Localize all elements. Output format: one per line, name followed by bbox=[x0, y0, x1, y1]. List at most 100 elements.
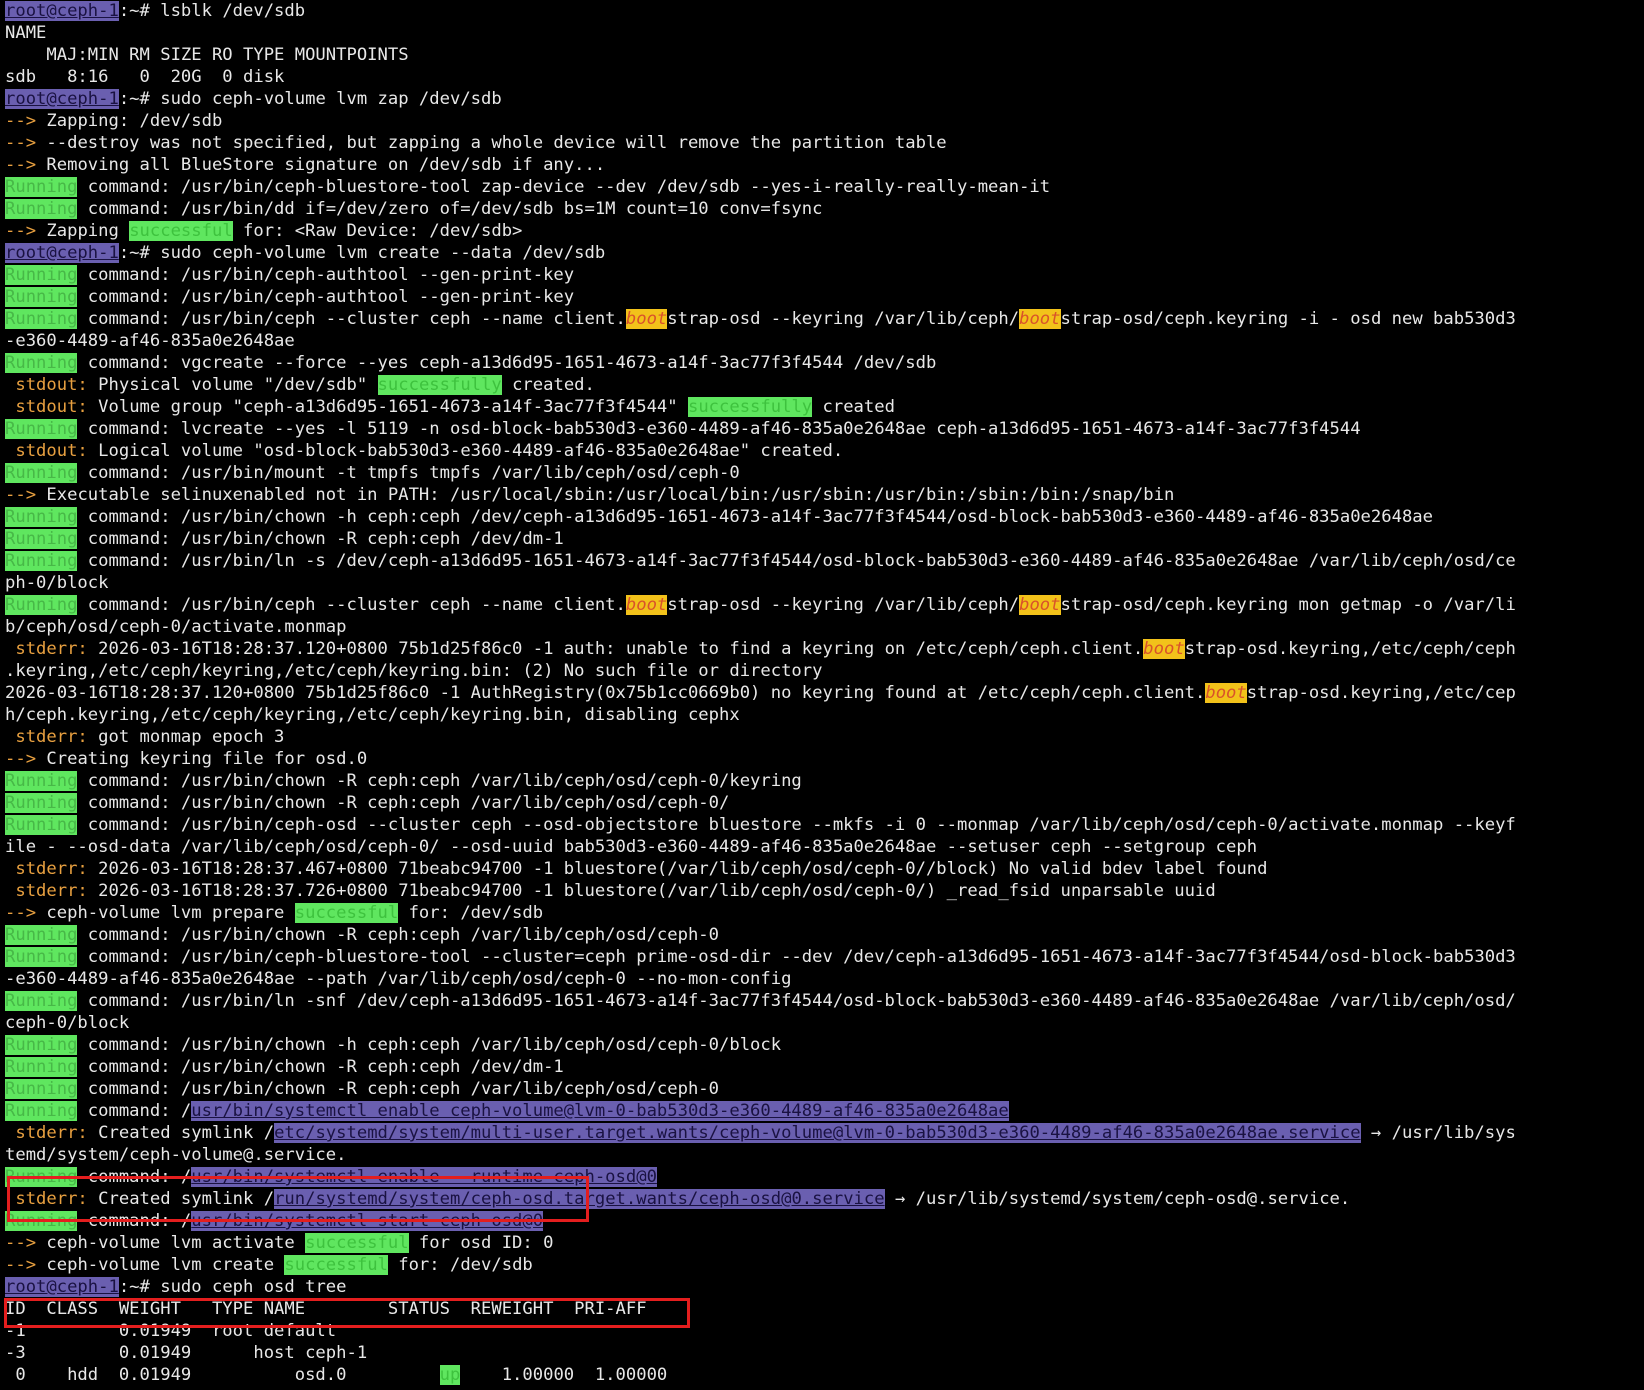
stream-label: stderr: bbox=[5, 881, 88, 901]
running-badge: Running bbox=[5, 507, 78, 527]
terminal-line: Running command: /usr/bin/systemctl star… bbox=[5, 1210, 1644, 1232]
running-badge: Running bbox=[5, 1035, 78, 1055]
line-text: ceph-0/block bbox=[5, 1013, 130, 1033]
terminal-line: --> --destroy was not specified, but zap… bbox=[5, 132, 1644, 154]
status-up-badge: up bbox=[439, 1365, 461, 1385]
line-text: command: vgcreate --force --yes ceph-a13… bbox=[77, 353, 937, 373]
terminal-line: root@ceph-1:~# sudo ceph-volume lvm crea… bbox=[5, 242, 1644, 264]
line-text: for: /dev/sdb bbox=[387, 1255, 533, 1275]
terminal-line: -3 0.01949 host ceph-1 bbox=[5, 1342, 1644, 1364]
selected-path: usr/bin/systemctl enable ceph-volume@lvm… bbox=[191, 1101, 1009, 1121]
line-text: command: /usr/bin/chown -R ceph:ceph /va… bbox=[77, 925, 719, 945]
terminal-line: h/ceph.keyring,/etc/ceph/keyring,/etc/ce… bbox=[5, 704, 1644, 726]
line-text: command: /usr/bin/ceph-authtool --gen-pr… bbox=[77, 287, 575, 307]
line-text: ceph-volume lvm create bbox=[36, 1255, 285, 1275]
terminal-line: Running command: lvcreate --yes -l 5119 … bbox=[5, 418, 1644, 440]
line-text: ceph-volume lvm prepare bbox=[36, 903, 295, 923]
prompt-host: root@ceph-1 bbox=[5, 89, 119, 109]
terminal-line: Running command: /usr/bin/systemctl enab… bbox=[5, 1100, 1644, 1122]
line-text: Created symlink / bbox=[87, 1189, 275, 1209]
running-badge: Running bbox=[5, 419, 78, 439]
terminal-line: sdb 8:16 0 20G 0 disk bbox=[5, 66, 1644, 88]
running-badge: Running bbox=[5, 815, 78, 835]
terminal-line: b/ceph/osd/ceph-0/activate.monmap bbox=[5, 616, 1644, 638]
terminal-line: Running command: /usr/bin/chown -R ceph:… bbox=[5, 770, 1644, 792]
success-badge: successful bbox=[294, 903, 399, 923]
running-badge: Running bbox=[5, 529, 78, 549]
selected-path: etc/systemd/system/multi-user.target.wan… bbox=[274, 1123, 1361, 1143]
boot-highlight: boot bbox=[1019, 309, 1061, 329]
arrow-marker: --> bbox=[5, 903, 37, 923]
running-badge: Running bbox=[5, 1079, 78, 1099]
line-text: for osd ID: 0 bbox=[408, 1233, 554, 1253]
running-badge: Running bbox=[5, 265, 78, 285]
terminal-line: Running command: /usr/bin/ceph --cluster… bbox=[5, 594, 1644, 616]
terminal-output: root@ceph-1:~# lsblk /dev/sdb NAME MAJ:MI… bbox=[5, 0, 1644, 1386]
selected-path: usr/bin/systemctl start ceph-osd@0 bbox=[191, 1211, 544, 1231]
running-badge: Running bbox=[5, 177, 78, 197]
line-text: command: / bbox=[77, 1101, 192, 1121]
line-text: command: /usr/bin/chown -h ceph:ceph /de… bbox=[77, 507, 1433, 527]
line-text: lsblk /dev/sdb bbox=[160, 1, 306, 21]
terminal-line: Running command: /usr/bin/chown -h ceph:… bbox=[5, 506, 1644, 528]
line-text: command: /usr/bin/chown -R ceph:ceph /de… bbox=[77, 529, 564, 549]
terminal-line: Running command: /usr/bin/chown -R ceph:… bbox=[5, 924, 1644, 946]
line-text: -1 0.01949 root default bbox=[5, 1321, 337, 1341]
line-text: command: / bbox=[77, 1211, 192, 1231]
line-text: Physical volume "/dev/sdb" bbox=[87, 375, 378, 395]
running-badge: Running bbox=[5, 1211, 78, 1231]
prompt-host: root@ceph-1 bbox=[5, 243, 119, 263]
success-badge: successful bbox=[284, 1255, 388, 1275]
line-text: command: lvcreate --yes -l 5119 -n osd-b… bbox=[77, 419, 1361, 439]
line-text: command: /usr/bin/dd if=/dev/zero of=/de… bbox=[77, 199, 823, 219]
line-text: strap-osd.keyring,/etc/cep bbox=[1246, 683, 1516, 703]
prompt-suffix: :~# bbox=[118, 1277, 161, 1297]
boot-highlight: boot bbox=[1143, 639, 1185, 659]
terminal-line: Running command: /usr/bin/ln -s /dev/cep… bbox=[5, 550, 1644, 572]
terminal-window[interactable]: root@ceph-1:~# lsblk /dev/sdb NAME MAJ:MI… bbox=[0, 0, 1644, 1390]
line-text: b/ceph/osd/ceph-0/activate.monmap bbox=[5, 617, 347, 637]
terminal-line: -e360-4489-af46-835a0e2648ae --path /var… bbox=[5, 968, 1644, 990]
running-badge: Running bbox=[5, 947, 78, 967]
line-text: -e360-4489-af46-835a0e2648ae bbox=[5, 331, 295, 351]
line-text: ile - --osd-data /var/lib/ceph/osd/ceph-… bbox=[5, 837, 1258, 857]
arrow-marker: --> bbox=[5, 1255, 37, 1275]
terminal-line: --> Removing all BlueStore signature on … bbox=[5, 154, 1644, 176]
terminal-line: .keyring,/etc/ceph/keyring,/etc/ceph/key… bbox=[5, 660, 1644, 682]
line-text: command: /usr/bin/mount -t tmpfs tmpfs /… bbox=[77, 463, 740, 483]
line-text: 2026-03-16T18:28:37.467+0800 71beabc9470… bbox=[87, 859, 1268, 879]
boot-highlight: boot bbox=[1019, 595, 1061, 615]
terminal-line: --> ceph-volume lvm activate successful … bbox=[5, 1232, 1644, 1254]
terminal-line: ile - --osd-data /var/lib/ceph/osd/ceph-… bbox=[5, 836, 1644, 858]
line-text: 2026-03-16T18:28:37.120+0800 75b1d25f86c… bbox=[5, 683, 1206, 703]
running-badge: Running bbox=[5, 595, 78, 615]
line-text: strap-osd.keyring,/etc/ceph/ceph bbox=[1184, 639, 1516, 659]
terminal-line: Running command: /usr/bin/chown -R ceph:… bbox=[5, 1078, 1644, 1100]
arrow-marker: --> bbox=[5, 1233, 37, 1253]
terminal-line: Running command: /usr/bin/chown -R ceph:… bbox=[5, 792, 1644, 814]
line-text: h/ceph.keyring,/etc/ceph/keyring,/etc/ce… bbox=[5, 705, 740, 725]
line-text: NAME bbox=[5, 23, 47, 43]
line-text: command: /usr/bin/ceph-osd --cluster cep… bbox=[77, 815, 1516, 835]
line-text: --destroy was not specified, but zapping… bbox=[36, 133, 947, 153]
line-text: ID CLASS WEIGHT TYPE NAME STATUS REWEIGH… bbox=[5, 1299, 647, 1319]
line-text: 2026-03-16T18:28:37.726+0800 71beabc9470… bbox=[87, 881, 1216, 901]
line-text: ceph-volume lvm activate bbox=[36, 1233, 306, 1253]
boot-highlight: boot bbox=[1205, 683, 1247, 703]
line-text: Creating keyring file for osd.0 bbox=[36, 749, 368, 769]
stream-label: stdout: bbox=[5, 441, 88, 461]
terminal-line: temd/system/ceph-volume@.service. bbox=[5, 1144, 1644, 1166]
prompt-suffix: :~# bbox=[118, 243, 161, 263]
line-text: command: /usr/bin/chown -R ceph:ceph /va… bbox=[77, 1079, 719, 1099]
line-text: -3 0.01949 host ceph-1 bbox=[5, 1343, 368, 1363]
terminal-line: stderr: 2026-03-16T18:28:37.726+0800 71b… bbox=[5, 880, 1644, 902]
terminal-line: -1 0.01949 root default bbox=[5, 1320, 1644, 1342]
arrow-marker: --> bbox=[5, 221, 37, 241]
stream-label: stdout: bbox=[5, 375, 88, 395]
terminal-line: 0 hdd 0.01949 osd.0 up 1.00000 1.00000 bbox=[5, 1364, 1644, 1386]
terminal-line: Running command: /usr/bin/ceph-authtool … bbox=[5, 264, 1644, 286]
line-text: Created symlink / bbox=[87, 1123, 275, 1143]
line-text: 0 hdd 0.01949 osd.0 bbox=[5, 1365, 440, 1385]
running-badge: Running bbox=[5, 199, 78, 219]
terminal-line: Running command: /usr/bin/ceph-authtool … bbox=[5, 286, 1644, 308]
